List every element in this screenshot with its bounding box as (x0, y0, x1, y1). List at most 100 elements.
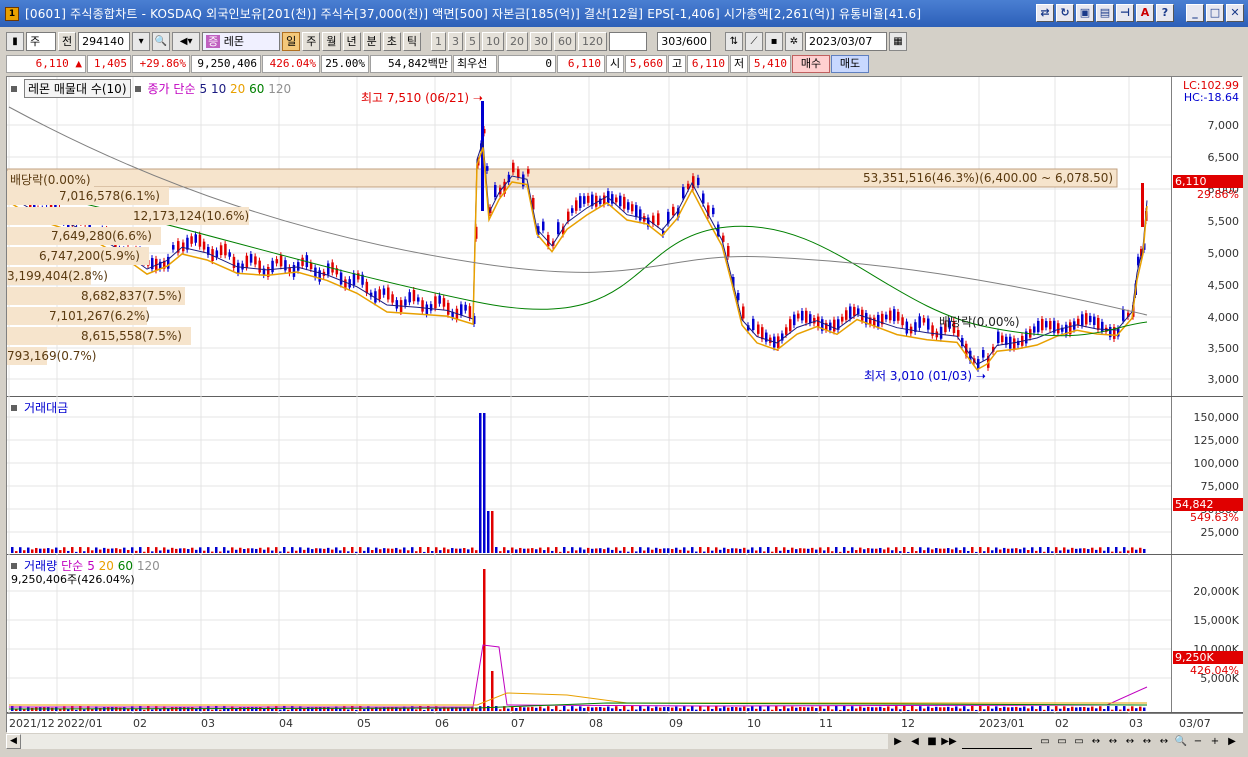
sell-button[interactable]: 매도 (831, 55, 869, 73)
amount-chart-canvas[interactable] (7, 397, 1171, 555)
chart-menu-icon[interactable]: ▮ (6, 31, 24, 51)
ma-period-20[interactable]: 20 (230, 82, 249, 96)
interval-custom-input[interactable] (609, 31, 647, 51)
interval-20[interactable]: 20 (506, 31, 528, 51)
volume-bar (819, 706, 822, 711)
period-minute[interactable]: 분 (362, 31, 381, 51)
font-icon[interactable]: A (1136, 4, 1154, 22)
scale-5-icon[interactable]: ↔ (1156, 734, 1172, 749)
volume-pane[interactable]: 거래량 단순 5 20 60 120 9,250,406주(426.04%) 2… (7, 555, 1243, 713)
ma-period-60[interactable]: 60 (249, 82, 268, 96)
scale-1-icon[interactable]: ↔ (1088, 734, 1104, 749)
period-month[interactable]: 월 (322, 31, 341, 51)
scale-2-icon[interactable]: ↔ (1105, 734, 1121, 749)
prev-button[interactable]: 전 (58, 31, 77, 51)
code-input[interactable]: 294140 (78, 31, 131, 51)
speaker-icon[interactable]: ◀▾ (172, 31, 201, 51)
pane-handle-icon[interactable] (134, 85, 141, 92)
arrow-right-icon: ➝ (975, 369, 986, 383)
scale-3-icon[interactable]: ↔ (1122, 734, 1138, 749)
zoom-slider[interactable] (962, 734, 1032, 749)
refresh-icon[interactable]: ↻ (1056, 4, 1074, 22)
amount-bar (899, 551, 902, 553)
interval-1[interactable]: 1 (431, 31, 446, 51)
volume-bar (643, 708, 646, 711)
interval-3[interactable]: 3 (448, 31, 463, 51)
amount-bar (327, 547, 330, 553)
zoom-in-icon[interactable]: + (1207, 734, 1223, 749)
chart-tool-icon[interactable]: ⇅ (725, 31, 743, 51)
date-input[interactable]: 2023/03/07 (805, 31, 887, 51)
zoom-search-icon[interactable]: 🔍 (1173, 734, 1189, 749)
play-icon[interactable]: ▶ (890, 734, 906, 749)
volume-bar (491, 671, 494, 711)
price-chart-canvas[interactable] (7, 77, 1171, 397)
pane-handle-icon[interactable] (11, 85, 17, 92)
volume-ma-period-120[interactable]: 120 (137, 559, 160, 573)
settings-icon[interactable]: ✲ (785, 31, 803, 51)
scale-4-icon[interactable]: ↔ (1139, 734, 1155, 749)
save-icon[interactable]: ▪ (765, 31, 783, 51)
market-select[interactable]: 주 (26, 31, 56, 51)
view-3-icon[interactable]: ▭ (1071, 734, 1087, 749)
view-1-icon[interactable]: ▭ (1037, 734, 1053, 749)
stop-icon[interactable]: ■ (924, 734, 940, 749)
scroll-left-icon[interactable]: ◀ (6, 734, 21, 749)
period-day[interactable]: 일 (282, 31, 301, 51)
volume-bar (603, 707, 606, 711)
interval-60[interactable]: 60 (554, 31, 576, 51)
minimize-button[interactable]: _ (1186, 4, 1204, 22)
open-value: 5,660 (625, 55, 667, 73)
calendar-icon[interactable]: ▦ (889, 31, 907, 51)
dropdown-icon[interactable]: ▾ (132, 31, 151, 51)
interval-120[interactable]: 120 (578, 31, 607, 51)
zoom-out-icon[interactable]: − (1190, 734, 1206, 749)
line-tool-icon[interactable]: ⟋ (745, 31, 763, 51)
ma-period-120[interactable]: 120 (268, 82, 291, 96)
fast-forward-icon[interactable]: ▶▶ (941, 734, 957, 749)
help-icon[interactable]: ? (1156, 4, 1174, 22)
pin-icon[interactable]: ⊣ (1116, 4, 1134, 22)
volume-bar (499, 709, 502, 711)
search-icon[interactable]: 🔍 (152, 31, 171, 51)
ma-legend-label[interactable]: 종가 단순 (148, 80, 196, 97)
current-price: 6,110 (35, 57, 69, 70)
buy-button[interactable]: 매수 (792, 55, 830, 73)
view-2-icon[interactable]: ▭ (1054, 734, 1070, 749)
ma-period-5[interactable]: 5 (200, 82, 211, 96)
maximize-button[interactable]: □ (1206, 4, 1224, 22)
amount-legend-label[interactable]: 거래대금 (24, 399, 68, 416)
window-icon[interactable]: ▣ (1076, 4, 1094, 22)
layout-icon[interactable]: ▤ (1096, 4, 1114, 22)
period-year[interactable]: 년 (342, 31, 361, 51)
stock-name-field[interactable]: 증 레몬 (202, 31, 281, 51)
candle (833, 319, 836, 332)
volume-bar (1135, 708, 1138, 711)
amount-pane[interactable]: 거래대금 150,000125,000100,00075,00050,00025… (7, 397, 1243, 555)
interval-5[interactable]: 5 (465, 31, 480, 51)
close-button[interactable]: ✕ (1226, 4, 1244, 22)
pane-handle-icon[interactable] (11, 562, 17, 569)
step-back-icon[interactable]: ◀ (907, 734, 923, 749)
period-second[interactable]: 초 (382, 31, 401, 51)
amount-bar (895, 547, 898, 553)
chart-area[interactable]: 레몬 매물대 수(10) 종가 단순 5 10 20 60 120 배당락(0.… (6, 76, 1243, 733)
scroll-right-icon[interactable]: ▶ (1224, 734, 1240, 749)
price-pane[interactable]: 레몬 매물대 수(10) 종가 단순 5 10 20 60 120 배당락(0.… (7, 77, 1243, 397)
period-tick[interactable]: 틱 (402, 31, 421, 51)
period-week[interactable]: 주 (302, 31, 321, 51)
price-y-axis[interactable]: LC:102.99 HC:-18.64 7,000 6,500 6,000 5,500… (1171, 77, 1243, 396)
interval-30[interactable]: 30 (530, 31, 552, 51)
amount-y-axis[interactable]: 150,000125,000100,00075,00050,00025,000 … (1171, 397, 1243, 554)
ma-period-10[interactable]: 10 (211, 82, 230, 96)
volume-y-axis[interactable]: 20,000K 15,000K 10,000K 5,000K 9,250K 426.0… (1171, 555, 1243, 712)
amount-bar (807, 548, 810, 553)
interval-10[interactable]: 10 (482, 31, 504, 51)
volume-profile-legend[interactable]: 레몬 매물대 수(10) (24, 79, 131, 98)
count-field[interactable]: 303/600 (657, 31, 711, 51)
amount-bar (963, 547, 966, 553)
pane-handle-icon[interactable] (11, 404, 17, 411)
volume-chart-canvas[interactable] (7, 555, 1171, 713)
scroll-track[interactable] (21, 734, 888, 749)
link-icon[interactable]: ⇄ (1036, 4, 1054, 22)
